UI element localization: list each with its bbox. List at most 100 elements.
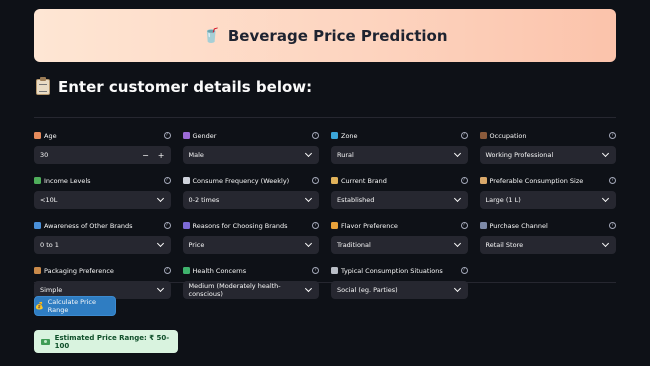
help-icon[interactable]: ? [460,132,468,139]
select-dropdown[interactable]: Working Professional [479,146,616,164]
select-dropdown[interactable]: Social (eg. Parties) [331,281,468,299]
increment-button[interactable]: + [158,151,165,160]
chevron-down-icon [601,194,610,203]
app-banner: 🥤 Beverage Price Prediction [34,9,616,62]
help-icon[interactable]: ? [163,132,171,139]
help-icon[interactable]: ? [460,177,468,184]
cake-icon [34,132,41,139]
calculate-button[interactable]: 💰 Calculate Price Range [34,296,116,316]
help-icon[interactable]: ? [312,267,319,274]
field-value: Working Professional [485,151,554,159]
field-value: 0-2 times [188,196,220,204]
help-icon[interactable]: ? [163,267,171,274]
field-label-text: Preferable Consumption Size [489,176,584,185]
help-icon[interactable]: ? [460,222,468,229]
stepper: − + [142,151,164,160]
help-icon[interactable]: ? [609,132,616,139]
app-title: 🥤 Beverage Price Prediction [202,27,447,45]
thinking-icon [182,222,190,229]
select-dropdown[interactable]: <10L [34,191,171,209]
field-reasons-for-choosing-brands: Reasons for Choosing Brands? Price [182,220,319,254]
help-icon[interactable]: ? [609,177,616,184]
help-icon[interactable]: ? [312,177,319,184]
age-number-input[interactable]: 30 − + [34,146,171,164]
field-value: Established [337,196,375,204]
chevron-down-icon [304,149,313,158]
field-label: Awareness of Other Brands [34,222,133,230]
tag-icon [331,177,338,184]
divider-bottom [34,282,616,283]
help-icon[interactable]: ? [163,177,171,184]
decrement-button[interactable]: − [142,151,149,160]
field-label-text: Flavor Preference [341,221,398,230]
field-value: 0 to 1 [40,241,59,249]
help-icon[interactable]: ? [609,222,616,229]
clipboard-icon [36,77,50,95]
result-box: Estimated Price Range: ₹ 50-100 [34,330,178,353]
field-label: Typical Consumption Situations [331,267,443,275]
field-label: Preferable Consumption Size [479,176,584,185]
select-dropdown[interactable]: Male [182,146,319,164]
field-label: Packaging Preference [34,267,114,275]
field-label-text: Occupation [489,131,527,140]
help-icon[interactable]: ? [312,222,319,229]
drink-cup-icon: 🥤 [202,27,220,44]
chevron-down-icon [601,239,610,248]
field-value: Traditional [337,241,371,249]
field-label: Occupation [479,131,527,140]
field-value: Social (eg. Parties) [337,286,398,294]
help-icon[interactable]: ? [460,267,468,274]
store-icon [479,222,487,229]
customer-form: Age? 30 − + Gender? Male Zone? Rural Occupation?… [34,130,616,299]
help-icon[interactable]: ? [163,222,171,229]
field-preferable-consumption-size: Preferable Consumption Size? Large (1 L) [479,175,616,209]
field-gender: Gender? Male [182,130,319,164]
money-icon [34,177,41,184]
select-dropdown[interactable]: 0-2 times [182,191,319,209]
select-dropdown[interactable]: Established [331,191,468,209]
chevron-down-icon [601,149,610,158]
select-dropdown[interactable]: 0 to 1 [34,236,171,254]
field-value: <10L [40,196,58,204]
field-value: 30 [40,151,49,159]
flavor-icon [331,222,338,229]
gender-icon [182,132,190,139]
field-label-text: Zone [341,131,358,140]
chevron-down-icon [453,239,461,248]
divider-top [34,117,616,118]
label-row: Reasons for Choosing Brands? [182,220,319,231]
select-dropdown[interactable]: Rural [331,146,468,164]
field-label: Income Levels [34,177,91,185]
select-dropdown[interactable]: Retail Store [479,236,616,254]
label-row: Income Levels? [34,175,171,186]
select-dropdown[interactable]: Medium (Moderately health-conscious) [182,281,319,299]
help-icon[interactable]: ? [312,132,319,139]
label-row: Consume Frequency (Weekly)? [182,175,319,186]
field-value: Retail Store [485,241,524,249]
chevron-down-icon [304,239,313,248]
label-row: Purchase Channel? [479,220,616,231]
ruler-icon [479,177,487,184]
field-label: Current Brand [331,177,387,185]
field-value: Male [188,151,204,159]
field-label-text: Packaging Preference [44,266,114,275]
field-label: Consume Frequency (Weekly) [182,177,289,185]
field-label-text: Health Concerns [192,266,247,275]
field-label-text: Typical Consumption Situations [341,266,443,275]
label-row: Age? [34,130,171,141]
field-label: Zone [331,132,358,140]
chevron-down-icon [156,284,164,293]
field-consume-frequency-weekly: Consume Frequency (Weekly)? 0-2 times [182,175,319,209]
globe-icon [331,132,338,139]
select-dropdown[interactable]: Large (1 L) [479,191,616,209]
package-icon [34,267,41,274]
field-label-text: Income Levels [44,176,91,185]
select-dropdown[interactable]: Traditional [331,236,468,254]
field-label: Gender [182,132,216,140]
field-flavor-preference: Flavor Preference? Traditional [331,220,468,254]
chevron-down-icon [305,285,313,292]
field-label-text: Purchase Channel [489,221,548,230]
app-title-text: Beverage Price Prediction [227,26,448,45]
label-row: Occupation? [479,130,616,141]
select-dropdown[interactable]: Price [182,236,319,254]
